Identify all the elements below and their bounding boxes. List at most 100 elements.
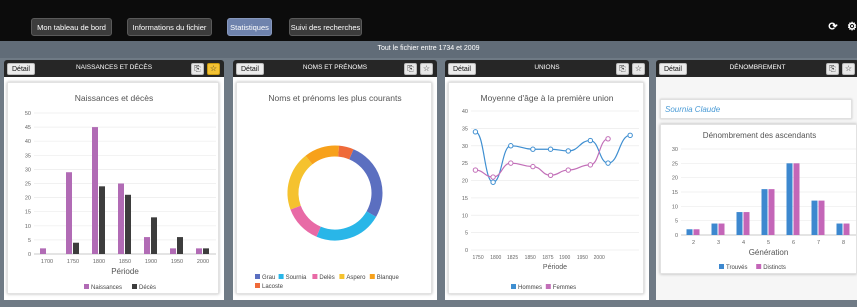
panel-body: Noms et prénoms les plus courants Grau Sou… (233, 77, 437, 300)
x-tick-label: 1875 (542, 255, 553, 261)
x-tick-label: 1700 (41, 259, 53, 265)
y-tick-label: 5 (675, 219, 678, 225)
legend-label: Delès (319, 275, 334, 281)
y-tick-label: 25 (672, 161, 678, 167)
pie-slice (337, 145, 354, 160)
bar-trouvés (786, 163, 793, 235)
x-tick-label: 1850 (119, 259, 131, 265)
x-tick-label: 5 (767, 240, 770, 246)
panel-header: Détail NOMS ET PRÉNOMS ⎘ ☆ (233, 60, 437, 77)
panel-births-deaths: Détail NAISSANCES ET DÉCÈS ⎘ ☆ Naissance… (4, 60, 224, 300)
export-icon[interactable]: ⎘ (826, 63, 839, 75)
x-tick-label: 1800 (93, 259, 105, 265)
export-icon[interactable]: ⎘ (404, 63, 417, 75)
legend-swatch (511, 284, 516, 289)
tab-file-info[interactable]: Informations du fichier (127, 18, 212, 36)
legend-label: Hommes (518, 285, 542, 291)
legend-swatch (369, 274, 375, 279)
top-navigation-bar: Mon tableau de bord Informations du fich… (0, 0, 857, 41)
y-tick-label: 30 (462, 144, 468, 150)
detail-button[interactable]: Détail (448, 63, 476, 75)
point-femmes (490, 174, 496, 180)
x-tick-label: 1950 (171, 259, 183, 265)
chart-title: Noms et prénoms les plus courants (268, 93, 401, 103)
chart-card: Moyenne d'âge à la première union 0 5 10 15 2… (448, 82, 644, 294)
legend-label: Naissances (91, 285, 122, 291)
point-femmes (565, 167, 571, 173)
date-range-subtitle: Tout le fichier entre 1734 et 2009 (377, 45, 480, 52)
gear-icon[interactable]: ⚙ (845, 19, 857, 33)
y-tick-label: 30 (25, 167, 31, 173)
y-tick-label: 15 (25, 210, 31, 216)
panel-names: Détail NOMS ET PRÉNOMS ⎘ ☆ Noms et préno… (233, 60, 437, 300)
export-icon[interactable]: ⎘ (616, 63, 629, 75)
legend-swatch (132, 284, 137, 289)
tab-research-tracking[interactable]: Suivi des recherches (289, 18, 362, 36)
y-tick-label: 0 (28, 252, 31, 258)
person-name-card[interactable]: Sournia Claude (660, 99, 852, 119)
panel-header: Détail NAISSANCES ET DÉCÈS ⎘ ☆ (4, 60, 224, 77)
y-tick-label: 25 (25, 182, 31, 188)
x-tick-label: 6 (792, 240, 795, 246)
point-hommes (508, 143, 514, 149)
y-tick-label: 30 (672, 147, 678, 153)
pie-slice (290, 205, 322, 237)
refresh-icon[interactable]: ⟳ (826, 19, 840, 33)
point-hommes (530, 146, 536, 152)
bar-naissances (118, 183, 124, 254)
detail-button[interactable]: Détail (659, 63, 687, 75)
x-tick-label: 7 (817, 240, 820, 246)
x-tick-label: 2 (692, 240, 695, 246)
star-icon[interactable]: ☆ (420, 63, 433, 75)
chart-title: Dénombrement des ascendants (703, 131, 816, 140)
pie-slice (316, 211, 377, 241)
bar-distincts (843, 223, 850, 235)
y-tick-label: 0 (465, 248, 468, 254)
x-tick-label: 1800 (490, 255, 501, 261)
legend-swatch (545, 284, 551, 289)
bar-décès (99, 186, 105, 254)
tab-dashboard[interactable]: Mon tableau de bord (31, 18, 112, 36)
bar-trouvés (711, 223, 718, 235)
legend-swatch (719, 264, 724, 269)
detail-button[interactable]: Détail (236, 63, 264, 75)
person-name-link[interactable]: Sournia Claude (665, 105, 720, 114)
panel-title: DÉNOMBREMENT (729, 64, 786, 71)
y-tick-label: 0 (675, 233, 678, 239)
detail-button[interactable]: Détail (7, 63, 35, 75)
y-tick-label: 10 (25, 224, 31, 230)
x-tick-label: 1750 (473, 255, 484, 261)
bar-décès (73, 242, 79, 254)
ancestors-chart: Dénombrement des ascendants0510152025302… (672, 131, 856, 271)
legend-label: Trouvés (726, 265, 747, 271)
panel-title: UNIONS (534, 64, 560, 71)
tab-statistics[interactable]: Statistiques (227, 18, 272, 36)
star-icon[interactable]: ☆ (207, 63, 220, 75)
export-icon[interactable]: ⎘ (191, 63, 204, 75)
point-hommes (627, 132, 633, 139)
y-tick-label: 50 (25, 111, 31, 117)
star-icon[interactable]: ☆ (842, 63, 855, 75)
bar-trouvés (836, 223, 843, 235)
bar-naissances (144, 237, 150, 254)
y-tick-label: 35 (462, 126, 468, 132)
bar-trouvés (811, 200, 818, 235)
bar-décès (203, 248, 209, 254)
panel-body: Moyenne d'âge à la première union 0 5 10 15 2… (445, 77, 649, 300)
point-hommes (565, 148, 571, 154)
bar-naissances (40, 248, 46, 254)
bar-décès (177, 237, 183, 254)
point-hommes (605, 160, 611, 166)
legend-label: Distincts (763, 265, 786, 271)
panel-header: Détail UNIONS ⎘ ☆ (445, 60, 649, 77)
y-tick-label: 15 (672, 190, 678, 196)
star-icon[interactable]: ☆ (632, 63, 645, 75)
panel-body: Sournia Claude Dénombrement des ascendan… (656, 77, 857, 300)
y-tick-label: 45 (25, 125, 31, 131)
x-tick-label: 1900 (559, 255, 570, 261)
chart-card: Dénombrement des ascendants 0 5 10 15 20 25 30 2… (660, 124, 857, 274)
pie-slice (287, 155, 313, 210)
chart-title: Naissances et décès (75, 93, 153, 103)
bar-distincts (718, 223, 725, 235)
point-hommes (490, 179, 496, 185)
